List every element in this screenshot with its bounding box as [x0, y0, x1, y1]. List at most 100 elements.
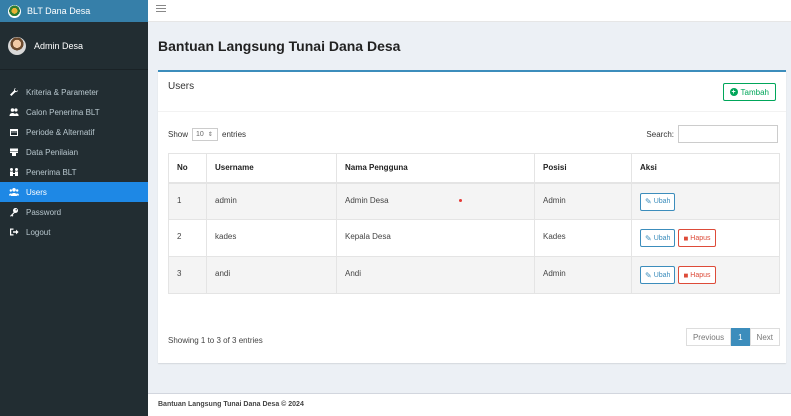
pagination-page-1[interactable]: 1 [731, 328, 750, 346]
brand-title: BLT Dana Desa [27, 6, 91, 16]
edit-button[interactable]: ✎ Ubah [640, 266, 676, 284]
pagination-previous[interactable]: Previous [685, 328, 732, 346]
calendar-icon [9, 127, 19, 137]
trash-icon: ■ [683, 233, 689, 243]
show-label: Show [168, 130, 189, 139]
table-header-row: No Username Nama Pengguna Posisi Aksi [168, 153, 780, 184]
sidebar-item-data-penilaian[interactable]: Data Penilaian [0, 142, 148, 162]
cell-nama: Andi [336, 256, 535, 294]
delete-label: Hapus [690, 271, 711, 279]
sidebar-item-label: Periode & Alternatif [26, 127, 95, 137]
cell-no: 3 [168, 256, 207, 294]
add-user-button[interactable]: + Tambah [722, 83, 776, 101]
brand[interactable]: BLT Dana Desa [0, 0, 148, 22]
table-controls: Show 10 ⇕ entries Search: [168, 125, 778, 145]
sidebar-item-logout[interactable]: Logout [0, 222, 148, 242]
footer: Bantuan Langsung Tunai Dana Desa © 2024 [148, 393, 791, 416]
column-header-nama[interactable]: Nama Pengguna [336, 153, 535, 184]
pencil-icon: ✎ [645, 197, 652, 206]
column-header-no[interactable]: No [168, 153, 207, 184]
delete-button[interactable]: ■ Hapus [678, 266, 716, 284]
sidebar-item-users[interactable]: Users [0, 182, 148, 202]
pagination: Previous 1 Next [685, 328, 780, 346]
sidebar: BLT Dana Desa Admin Desa Kriteria & Para… [0, 0, 148, 416]
cell-nama-text: Admin Desa [345, 195, 389, 205]
search-input[interactable] [678, 125, 778, 143]
edit-label: Ubah [653, 234, 671, 242]
sidebar-item-label: Kriteria & Parameter [26, 87, 99, 97]
sidebar-item-penerima[interactable]: Penerima BLT [0, 162, 148, 182]
delete-button[interactable]: ■ Hapus [678, 229, 716, 247]
document-icon [9, 147, 19, 157]
add-label: Tambah [740, 87, 769, 97]
pencil-icon: ✎ [645, 270, 652, 280]
pagination-next[interactable]: Next [749, 328, 780, 346]
cell-nama: Admin Desa [336, 182, 535, 220]
cell-no: 2 [168, 219, 207, 257]
cell-aksi: ✎ Ubah ■ Hapus [631, 256, 780, 294]
cell-username: admin [206, 182, 337, 220]
sidebar-item-calon-penerima[interactable]: Calon Penerima BLT [0, 102, 148, 122]
edit-button[interactable]: ✎ Ubah [640, 229, 676, 247]
marker-dot [458, 198, 462, 202]
main-content: Bantuan Langsung Tunai Dana Desa Users +… [148, 22, 791, 416]
search-label: Search: [646, 129, 674, 139]
sidebar-item-periode[interactable]: Periode & Alternatif [0, 122, 148, 142]
edit-button[interactable]: ✎ Ubah [640, 192, 676, 211]
sidebar-item-password[interactable]: Password [0, 202, 148, 222]
sidebar-item-kriteria[interactable]: Kriteria & Parameter [0, 82, 148, 102]
table-row: 3 andi Andi Admin ✎ Ubah ■ Hapus [168, 256, 780, 294]
user-check-icon [9, 167, 19, 177]
trash-icon: ■ [683, 270, 689, 280]
cell-username: andi [206, 256, 337, 294]
sidebar-menu: Kriteria & Parameter Calon Penerima BLT … [0, 70, 148, 242]
table-row: 1 admin Admin Desa Admin ✎ Ubah [168, 182, 780, 220]
cell-posisi: Admin [534, 182, 632, 220]
key-icon [9, 207, 19, 217]
edit-label: Ubah [653, 271, 671, 279]
box-header: Users + Tambah [158, 72, 786, 112]
table-row: 2 kades Kepala Desa Kades ✎ Ubah ■ Hapus [168, 219, 780, 257]
pencil-icon: ✎ [645, 233, 652, 243]
user-panel: Admin Desa [0, 22, 148, 70]
cell-posisi: Kades [534, 219, 632, 257]
top-bar [148, 0, 791, 22]
cell-aksi: ✎ Ubah [631, 182, 780, 220]
search-control: Search: [646, 125, 778, 143]
page-title: Bantuan Langsung Tunai Dana Desa [158, 38, 401, 54]
cell-nama: Kepala Desa [336, 219, 535, 257]
sidebar-item-label: Penerima BLT [26, 167, 77, 177]
users-table: No Username Nama Pengguna Posisi Aksi 1 … [168, 153, 780, 294]
chevron-updown-icon: ⇕ [207, 132, 213, 138]
edit-label: Ubah [653, 198, 671, 205]
sidebar-item-label: Data Penilaian [26, 147, 79, 157]
users-icon [9, 187, 19, 197]
cell-posisi: Admin [534, 256, 632, 294]
sidebar-item-label: Users [26, 187, 47, 197]
logo-icon [8, 4, 21, 18]
users-box: Users + Tambah Show 10 ⇕ entries Search: [158, 70, 786, 363]
menu-toggle-icon[interactable] [156, 5, 166, 15]
logout-icon [9, 227, 19, 237]
sidebar-item-label: Calon Penerima BLT [26, 107, 100, 117]
column-header-username[interactable]: Username [206, 153, 337, 184]
table-info: Showing 1 to 3 of 3 entries [168, 336, 263, 345]
delete-label: Hapus [690, 234, 711, 242]
cell-aksi: ✎ Ubah ■ Hapus [631, 219, 780, 257]
plus-circle-icon: + [729, 88, 738, 96]
users-icon [9, 107, 19, 117]
cell-no: 1 [168, 182, 207, 220]
user-name: Admin Desa [34, 40, 84, 51]
entries-label: entries [222, 130, 247, 139]
sidebar-item-label: Logout [26, 227, 51, 237]
entries-value: 10 [196, 131, 204, 138]
cell-username: kades [206, 219, 337, 257]
box-title: Users [168, 81, 195, 92]
avatar [8, 36, 26, 55]
entries-select[interactable]: 10 ⇕ [192, 128, 219, 141]
wrench-icon [9, 87, 19, 97]
column-header-posisi[interactable]: Posisi [534, 153, 632, 184]
sidebar-item-label: Password [26, 207, 62, 217]
entries-control: Show 10 ⇕ entries [168, 128, 246, 141]
column-header-aksi[interactable]: Aksi [631, 153, 780, 184]
